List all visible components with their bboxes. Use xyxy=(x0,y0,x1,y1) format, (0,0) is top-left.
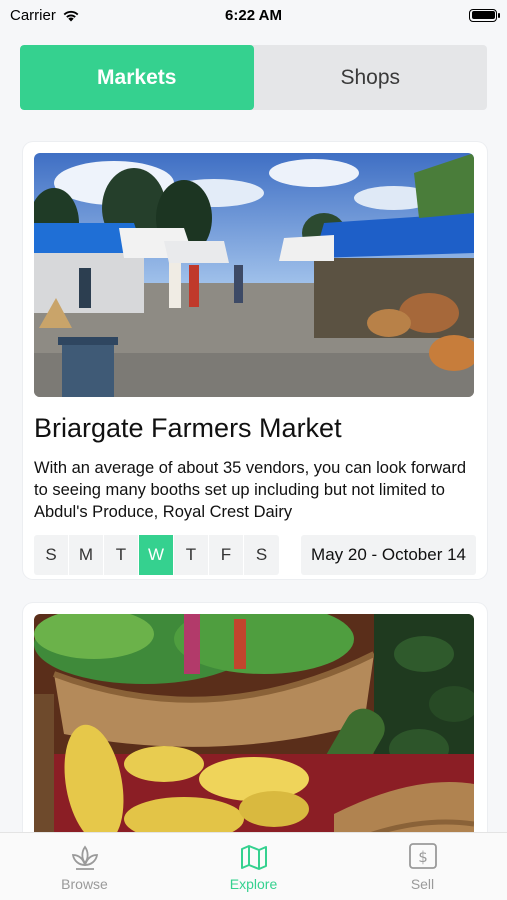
market-card[interactable]: Briargate Farmers Market With an average… xyxy=(23,142,487,579)
map-icon xyxy=(240,845,267,870)
sprout-icon xyxy=(71,845,98,870)
tab-markets[interactable]: Markets xyxy=(20,45,254,110)
market-schedule: S M T W T F S May 20 - October 14 xyxy=(34,535,476,575)
days-of-week: S M T W T F S xyxy=(34,535,279,575)
battery-icon xyxy=(469,8,500,22)
market-description: With an average of about 35 vendors, you… xyxy=(34,459,467,521)
market-card[interactable] xyxy=(23,603,487,832)
day-sunday: S xyxy=(34,535,69,575)
tab-sell[interactable]: $ Sell xyxy=(338,833,507,900)
tab-browse[interactable]: Browse xyxy=(0,833,169,900)
tab-bar: Browse Explore $ Sell xyxy=(0,832,507,900)
tab-explore-label: Explore xyxy=(229,876,278,892)
tab-browse-label: Browse xyxy=(61,876,108,892)
day-monday: M xyxy=(69,535,104,575)
market-title: Briargate Farmers Market xyxy=(34,413,342,443)
carrier-label: Carrier xyxy=(10,6,56,24)
svg-text:$: $ xyxy=(418,848,428,866)
day-tuesday: T xyxy=(104,535,139,575)
wifi-icon xyxy=(63,10,79,21)
day-friday: F xyxy=(209,535,244,575)
status-left: Carrier xyxy=(10,7,80,24)
tab-explore[interactable]: Explore xyxy=(169,833,338,900)
market-photo xyxy=(34,153,474,397)
day-saturday: S xyxy=(255,545,268,564)
tab-sell-label: Sell xyxy=(410,876,435,892)
market-shop-toggle: Markets Shops xyxy=(20,45,487,110)
battery-fill xyxy=(471,11,495,19)
dollar-icon: $ xyxy=(408,843,437,869)
status-bar: Carrier 6:22 AM xyxy=(0,0,507,30)
market-photo xyxy=(34,614,474,832)
season-date-range: May 20 - October 14 xyxy=(301,535,476,575)
day-thursday: T xyxy=(174,535,209,575)
day-wednesday: W xyxy=(139,535,174,575)
tab-shops[interactable]: Shops xyxy=(254,45,488,110)
markets-list[interactable]: Briargate Farmers Market With an average… xyxy=(0,128,507,832)
